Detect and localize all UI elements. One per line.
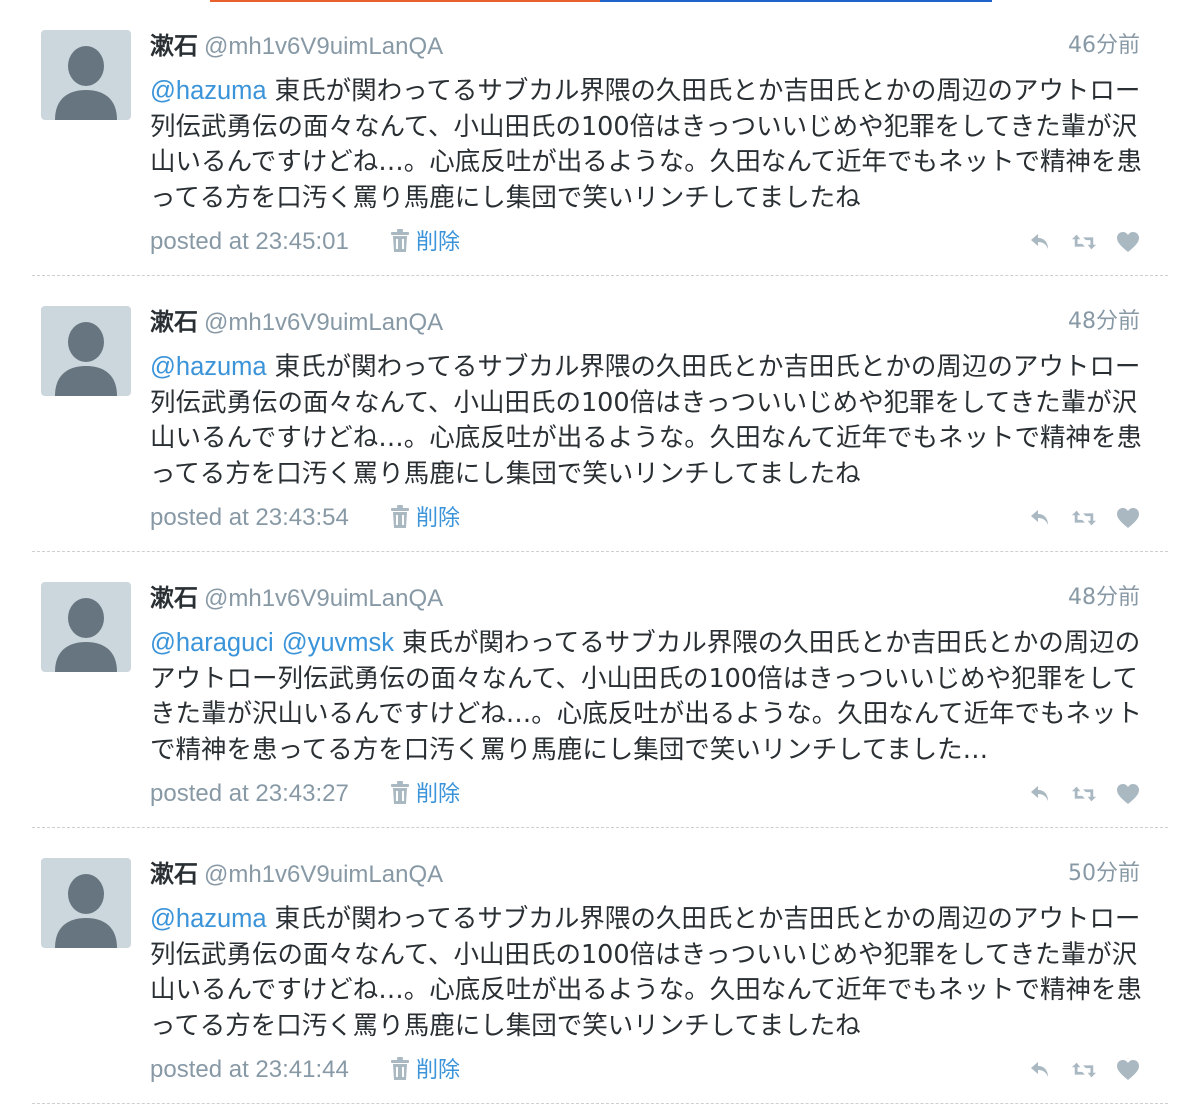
avatar[interactable] xyxy=(41,30,131,120)
mention-link[interactable]: @yuvmsk xyxy=(282,629,394,657)
retweet-icon[interactable] xyxy=(1072,230,1096,254)
delete-button[interactable]: 削除 xyxy=(390,225,460,265)
delete-label: 削除 xyxy=(415,230,460,255)
mention-link[interactable]: @hazuma xyxy=(150,353,267,381)
retweet-icon[interactable] xyxy=(1072,1058,1096,1082)
tweet-footer: posted at 23:43:54 削除 xyxy=(150,500,460,536)
mention-link[interactable]: @hazuma xyxy=(150,77,267,105)
user-handle[interactable]: @mh1v6V9uimLanQA xyxy=(204,861,443,888)
tweet-body: 東氏が関わってるサブカル界隈の久田氏とか吉田氏とかの周辺のアウトロー列伝武勇伝の… xyxy=(150,904,1142,1041)
retweet-icon[interactable] xyxy=(1072,506,1096,530)
tweet-text: @haraguci @yuvmsk 東氏が関わってるサブカル界隈の久田氏とか吉田氏と… xyxy=(150,626,1146,768)
time-ago[interactable]: 50分前 xyxy=(1068,856,1140,892)
delete-button[interactable]: 削除 xyxy=(390,501,460,541)
trash-icon xyxy=(390,505,410,541)
user-handle[interactable]: @mh1v6V9uimLanQA xyxy=(204,309,443,336)
avatar[interactable] xyxy=(41,306,131,396)
mention-link[interactable]: @hazuma xyxy=(150,905,267,933)
avatar[interactable] xyxy=(41,582,131,672)
posted-timestamp: posted at 23:43:54 xyxy=(150,504,349,531)
delete-button[interactable]: 削除 xyxy=(390,1053,460,1093)
delete-label: 削除 xyxy=(415,782,460,807)
mention-link[interactable]: @haraguci xyxy=(150,629,274,657)
reply-icon[interactable] xyxy=(1028,782,1052,806)
tweet-text: @hazuma 東氏が関わってるサブカル界隈の久田氏とか吉田氏とかの周辺のアウトロ… xyxy=(150,74,1146,216)
tweet-header: 漱石 @mh1v6V9uimLanQA xyxy=(150,580,1140,616)
reply-icon[interactable] xyxy=(1028,1058,1052,1082)
tweet-body: 東氏が関わってるサブカル界隈の久田氏とか吉田氏とかの周辺のアウトロー列伝武勇伝の… xyxy=(150,352,1142,489)
tweet-actions xyxy=(1028,500,1140,536)
tweet-footer: posted at 23:45:01 削除 xyxy=(150,224,460,260)
like-icon[interactable] xyxy=(1116,506,1140,530)
user-handle[interactable]: @mh1v6V9uimLanQA xyxy=(204,33,443,60)
default-user-icon xyxy=(55,874,117,948)
retweet-icon[interactable] xyxy=(1072,782,1096,806)
default-user-icon xyxy=(55,322,117,396)
tweet-header: 漱石 @mh1v6V9uimLanQA xyxy=(150,28,1140,64)
time-ago[interactable]: 48分前 xyxy=(1068,304,1140,340)
avatar[interactable] xyxy=(41,858,131,948)
posted-timestamp: posted at 23:43:27 xyxy=(150,780,349,807)
default-user-icon xyxy=(55,46,117,120)
user-handle[interactable]: @mh1v6V9uimLanQA xyxy=(204,585,443,612)
delete-label: 削除 xyxy=(415,506,460,531)
tweet-item: 漱石 @mh1v6V9uimLanQA 48分前 @haraguci @yuvmsk… xyxy=(0,552,1200,828)
default-user-icon xyxy=(55,598,117,672)
tweet-timeline: 漱石 @mh1v6V9uimLanQA 46分前 @hazuma 東氏が関わってるサ… xyxy=(0,0,1200,1104)
tweet-divider xyxy=(32,1103,1168,1104)
tweet-text: @hazuma 東氏が関わってるサブカル界隈の久田氏とか吉田氏とかの周辺のアウトロ… xyxy=(150,902,1146,1044)
like-icon[interactable] xyxy=(1116,1058,1140,1082)
posted-timestamp: posted at 23:45:01 xyxy=(150,228,349,255)
trash-icon xyxy=(390,781,410,817)
tweet-footer: posted at 23:41:44 削除 xyxy=(150,1052,460,1088)
tweet-text: @hazuma 東氏が関わってるサブカル界隈の久田氏とか吉田氏とかの周辺のアウトロ… xyxy=(150,350,1146,492)
posted-timestamp: posted at 23:41:44 xyxy=(150,1056,349,1083)
tweet-item: 漱石 @mh1v6V9uimLanQA 50分前 @hazuma 東氏が関わってるサ… xyxy=(0,828,1200,1104)
tweet-actions xyxy=(1028,224,1140,260)
delete-button[interactable]: 削除 xyxy=(390,777,460,817)
reply-icon[interactable] xyxy=(1028,230,1052,254)
trash-icon xyxy=(390,1057,410,1093)
time-ago[interactable]: 46分前 xyxy=(1068,28,1140,64)
tweet-actions xyxy=(1028,776,1140,812)
time-ago[interactable]: 48分前 xyxy=(1068,580,1140,616)
trash-icon xyxy=(390,229,410,265)
tweet-header: 漱石 @mh1v6V9uimLanQA xyxy=(150,856,1140,892)
delete-label: 削除 xyxy=(415,1058,460,1083)
user-name[interactable]: 漱石 xyxy=(150,584,198,612)
tweet-header: 漱石 @mh1v6V9uimLanQA xyxy=(150,304,1140,340)
tweet-actions xyxy=(1028,1052,1140,1088)
user-name[interactable]: 漱石 xyxy=(150,32,198,60)
tweet-item: 漱石 @mh1v6V9uimLanQA 46分前 @hazuma 東氏が関わってるサ… xyxy=(0,0,1200,276)
tweet-body: 東氏が関わってるサブカル界隈の久田氏とか吉田氏とかの周辺のアウトロー列伝武勇伝の… xyxy=(150,76,1142,213)
user-name[interactable]: 漱石 xyxy=(150,308,198,336)
tweet-footer: posted at 23:43:27 削除 xyxy=(150,776,460,812)
user-name[interactable]: 漱石 xyxy=(150,860,198,888)
tweet-item: 漱石 @mh1v6V9uimLanQA 48分前 @hazuma 東氏が関わってるサ… xyxy=(0,276,1200,552)
like-icon[interactable] xyxy=(1116,782,1140,806)
like-icon[interactable] xyxy=(1116,230,1140,254)
reply-icon[interactable] xyxy=(1028,506,1052,530)
